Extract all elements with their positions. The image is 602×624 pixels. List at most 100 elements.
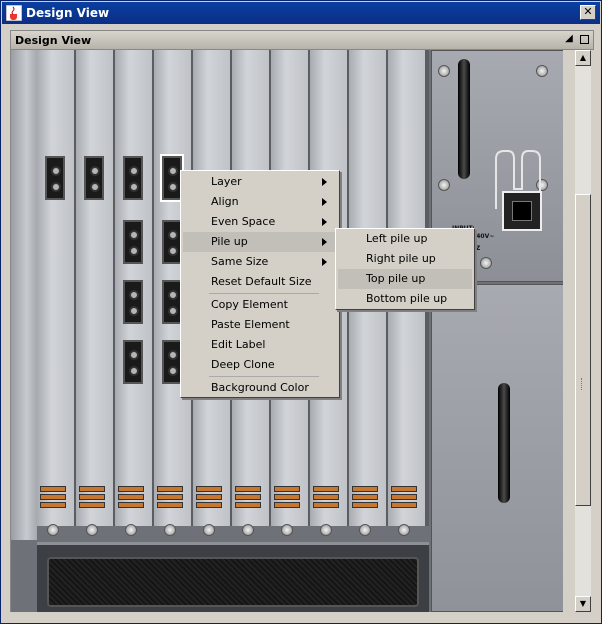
menu-item-label: Same Size — [211, 255, 269, 268]
port-hole — [168, 182, 178, 192]
sfp-port[interactable] — [160, 154, 184, 202]
menu-item-label: Pile up — [211, 235, 248, 248]
window-title: Design View — [26, 6, 110, 20]
menu-item-top-pile-up[interactable]: Top pile up — [338, 269, 472, 289]
splitter[interactable] — [563, 50, 575, 612]
port-hole — [90, 182, 100, 192]
screw-icon — [125, 524, 137, 536]
psu-handle[interactable] — [498, 383, 510, 503]
maximize-icon[interactable] — [580, 35, 589, 44]
grip-icon — [581, 378, 583, 390]
close-icon: ✕ — [583, 5, 593, 18]
scroll-up-button[interactable]: ▲ — [575, 50, 591, 66]
port-hole — [168, 166, 178, 176]
menu-item-copy-element[interactable]: Copy Element — [183, 295, 337, 315]
sfp-port[interactable] — [123, 220, 143, 264]
power-inlet — [502, 191, 542, 231]
screw-icon — [536, 65, 548, 77]
port-hole — [129, 350, 139, 360]
vertical-scrollbar[interactable]: ▲ ▼ — [575, 50, 591, 612]
menu-item-reset-default-size[interactable]: Reset Default Size — [183, 272, 337, 292]
submenu-arrow-icon — [322, 238, 327, 246]
port-hole — [129, 290, 139, 300]
terminal-block — [79, 486, 105, 492]
menu-item-left-pile-up[interactable]: Left pile up — [338, 229, 472, 249]
terminal-block — [235, 502, 261, 508]
menu-item-label: Bottom pile up — [366, 292, 448, 305]
menu-item-label: Top pile up — [366, 272, 426, 285]
psu-handle[interactable] — [458, 59, 470, 179]
terminal-block — [274, 502, 300, 508]
panel-header: Design View ◢ — [10, 30, 594, 50]
screw-icon — [86, 524, 98, 536]
card-slot[interactable] — [115, 50, 152, 536]
pile-up-submenu: Left pile up Right pile up Top pile up Bott… — [335, 228, 475, 310]
context-menu: Layer Align Even Space Pile up Same Size Rese… — [180, 170, 340, 398]
terminal-block — [391, 502, 417, 508]
pin-icon[interactable]: ◢ — [563, 34, 575, 46]
sfp-port[interactable] — [123, 280, 143, 324]
menu-item-same-size[interactable]: Same Size — [183, 252, 337, 272]
screw-icon — [242, 524, 254, 536]
menu-item-even-space[interactable]: Even Space — [183, 212, 337, 232]
menu-item-bottom-pile-up[interactable]: Bottom pile up — [338, 289, 472, 309]
sfp-port[interactable] — [45, 156, 65, 200]
menu-item-label: Align — [211, 195, 239, 208]
menu-item-deep-clone[interactable]: Deep Clone — [183, 355, 337, 375]
menu-item-edit-label[interactable]: Edit Label — [183, 335, 337, 355]
scroll-thumb[interactable] — [575, 194, 591, 506]
scroll-down-button[interactable]: ▼ — [575, 596, 591, 612]
port-hole — [168, 306, 178, 316]
rack-rail — [11, 50, 37, 540]
screw-icon — [203, 524, 215, 536]
submenu-arrow-icon — [322, 258, 327, 266]
arrow-down-icon: ▼ — [579, 599, 587, 608]
screw-icon — [480, 257, 492, 269]
close-button[interactable]: ✕ — [580, 5, 596, 20]
menu-item-label: Left pile up — [366, 232, 428, 245]
screw-icon — [438, 65, 450, 77]
sfp-port[interactable] — [123, 156, 143, 200]
screw-icon — [164, 524, 176, 536]
panel-title: Design View — [15, 33, 92, 47]
submenu-arrow-icon — [322, 218, 327, 226]
card-slot[interactable] — [76, 50, 113, 536]
screw-icon — [359, 524, 371, 536]
terminal-block — [40, 486, 66, 492]
arrow-up-icon: ▲ — [579, 53, 587, 62]
terminal-block — [157, 486, 183, 492]
menu-item-right-pile-up[interactable]: Right pile up — [338, 249, 472, 269]
screw-icon — [281, 524, 293, 536]
menu-item-background-color[interactable]: Background Color — [183, 378, 337, 398]
fan-tray[interactable] — [37, 542, 429, 612]
port-hole — [129, 306, 139, 316]
sfp-port[interactable] — [123, 340, 143, 384]
menu-item-layer[interactable]: Layer — [183, 172, 337, 192]
menu-item-label: Even Space — [211, 215, 276, 228]
terminal-block — [40, 494, 66, 500]
menu-item-pile-up[interactable]: Pile up — [183, 232, 337, 252]
sfp-port[interactable] — [162, 280, 182, 324]
title-bar[interactable]: Design View ✕ — [2, 2, 600, 24]
sfp-port[interactable] — [162, 340, 182, 384]
menu-separator — [209, 293, 319, 294]
port-hole — [90, 166, 100, 176]
menu-item-paste-element[interactable]: Paste Element — [183, 315, 337, 335]
design-view-window: Design View ✕ Design View ◢ INPUT: ~100-… — [0, 0, 602, 624]
terminal-block — [79, 502, 105, 508]
port-hole — [168, 246, 178, 256]
sfp-port[interactable] — [84, 156, 104, 200]
terminal-block — [79, 494, 105, 500]
terminal-block — [274, 486, 300, 492]
terminal-block — [313, 486, 339, 492]
port-hole — [168, 366, 178, 376]
port-hole — [168, 230, 178, 240]
screw-icon — [438, 179, 450, 191]
menu-item-label: Background Color — [211, 381, 309, 394]
java-cup-icon — [6, 5, 22, 21]
power-supply-lower[interactable] — [431, 284, 563, 612]
sfp-port[interactable] — [162, 220, 182, 264]
card-slot[interactable] — [37, 50, 74, 536]
menu-item-align[interactable]: Align — [183, 192, 337, 212]
terminal-block — [157, 494, 183, 500]
